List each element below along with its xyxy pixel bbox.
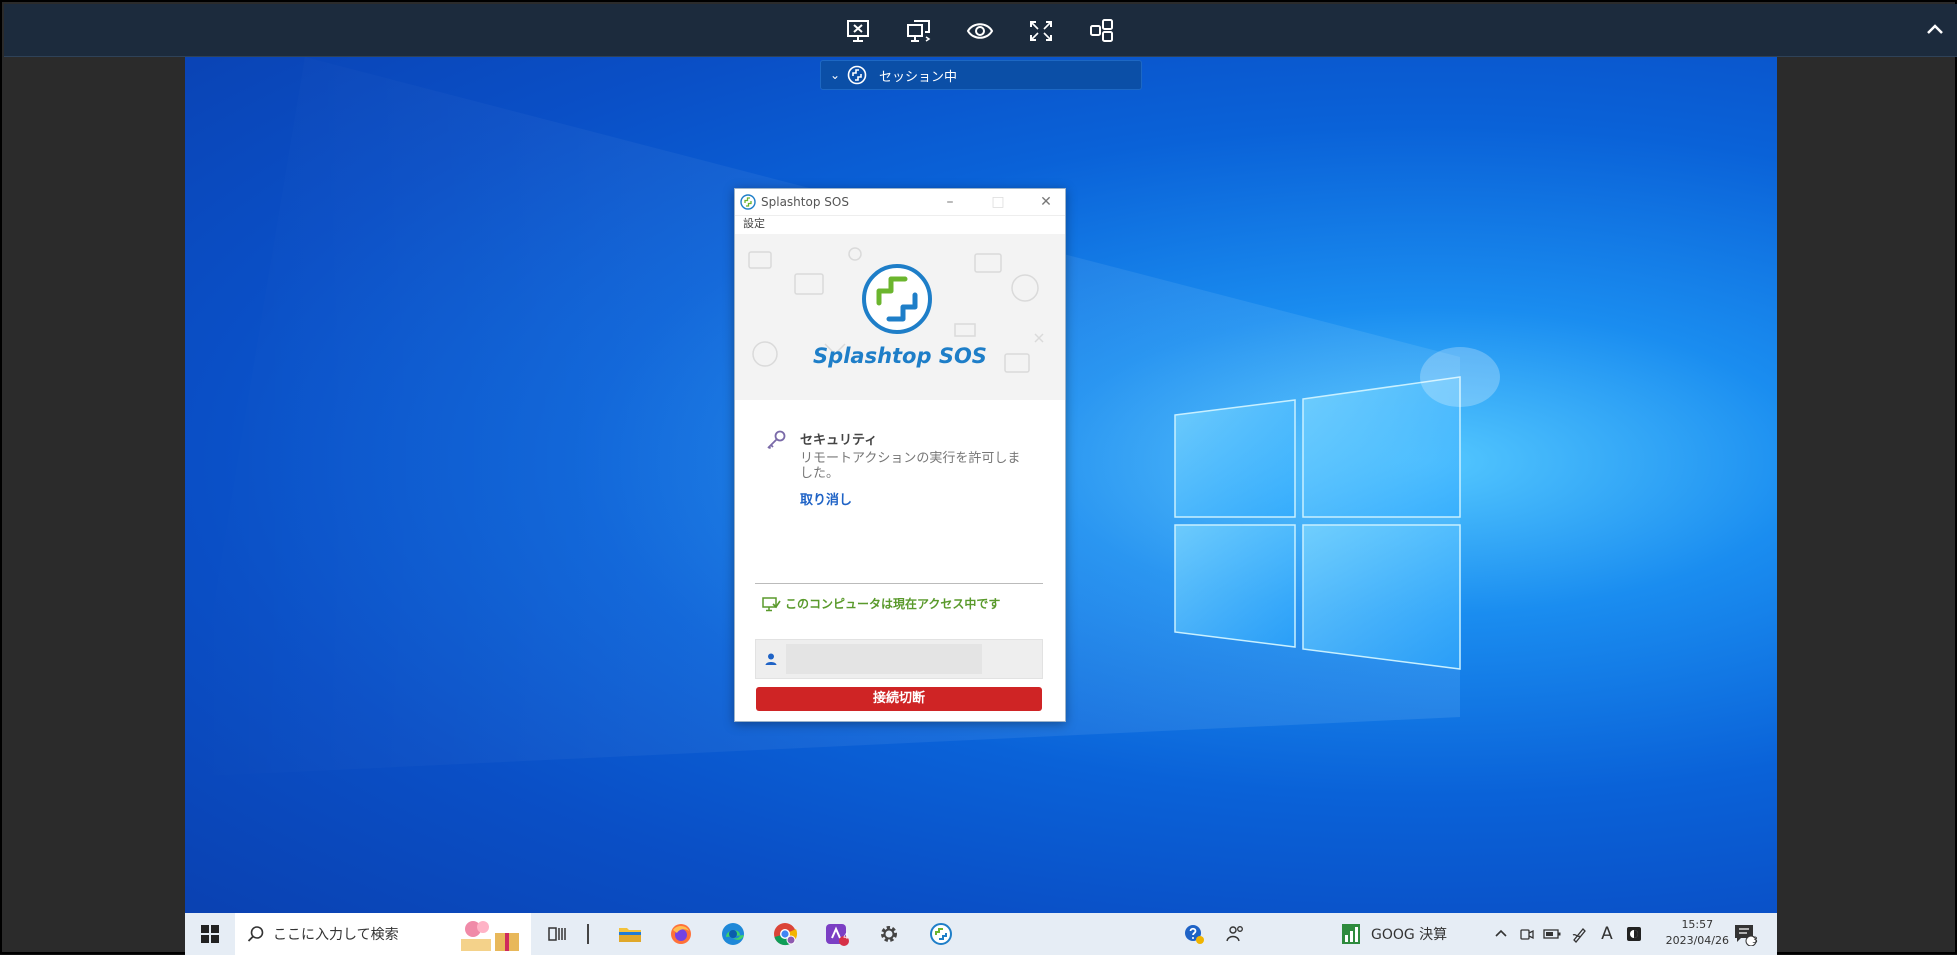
tray-app[interactable] bbox=[1621, 913, 1647, 955]
access-status: このコンピュータは現在アクセス中です bbox=[761, 595, 1000, 612]
monitor-check-icon bbox=[762, 596, 781, 611]
search-icon bbox=[247, 926, 264, 942]
session-status-bar[interactable]: ⌄ セッション中 bbox=[820, 60, 1142, 90]
gear-icon bbox=[881, 926, 897, 942]
keyboard-switch-button[interactable] bbox=[1086, 16, 1118, 46]
search-placeholder: ここに入力して検索 bbox=[273, 927, 399, 943]
clock-date: 2023/04/26 bbox=[1665, 934, 1729, 947]
taskbar-explorer[interactable] bbox=[610, 913, 650, 955]
monitor-x-icon bbox=[847, 20, 869, 42]
tray-ime[interactable]: A bbox=[1595, 913, 1619, 955]
help-tray-item[interactable] bbox=[1179, 913, 1209, 955]
taskbar-app-badged[interactable]: 4 bbox=[817, 913, 857, 955]
chrome-icon bbox=[774, 923, 798, 946]
task-view-button[interactable] bbox=[541, 913, 575, 955]
folder-icon bbox=[619, 928, 641, 942]
fullscreen-button[interactable] bbox=[1025, 16, 1057, 46]
expand-icon bbox=[1030, 21, 1052, 41]
menu-settings[interactable]: 設定 bbox=[735, 216, 1065, 234]
chevron-up-icon bbox=[1495, 929, 1507, 937]
firefox-icon bbox=[671, 924, 691, 944]
taskbar-search[interactable]: ここに入力して検索 bbox=[235, 913, 531, 955]
windows-start-icon bbox=[201, 925, 219, 943]
camera-icon bbox=[1520, 929, 1534, 940]
minimize-button[interactable]: – bbox=[939, 192, 961, 212]
windows-taskbar: ここに入力して検索 4 GOOG 決算 A 15:57 2023/04/26 3 bbox=[185, 913, 1777, 955]
stock-widget[interactable]: GOOG 決算 bbox=[1341, 913, 1481, 955]
session-label: セッション中 bbox=[879, 69, 958, 85]
splashtop-sos-window: Splashtop SOS – □ ✕ 設定 Splashtop SOS セキュ… bbox=[734, 188, 1066, 722]
ime-mode: A bbox=[1601, 924, 1613, 944]
taskbar-clock[interactable]: 15:57 2023/04/26 bbox=[1666, 917, 1729, 949]
people-icon bbox=[1226, 926, 1243, 942]
splashtop-app-icon bbox=[740, 194, 756, 210]
section-divider bbox=[755, 583, 1043, 584]
security-message: リモートアクションの実行を許可しました。 bbox=[800, 451, 1021, 481]
notification-center[interactable]: 3 bbox=[1725, 913, 1765, 955]
user-name-redacted bbox=[786, 644, 982, 674]
tray-pen[interactable] bbox=[1567, 913, 1593, 955]
gift-illustration-icon bbox=[461, 921, 519, 951]
help-icon bbox=[1185, 925, 1204, 944]
switch-monitor-button[interactable] bbox=[903, 16, 935, 46]
taskbar-edge[interactable] bbox=[713, 913, 753, 955]
taskbar-settings[interactable] bbox=[869, 913, 909, 955]
taskbar-separator bbox=[580, 913, 596, 955]
key-swap-icon bbox=[1090, 19, 1113, 42]
start-button[interactable] bbox=[193, 913, 227, 955]
taskbar-splashtop[interactable] bbox=[921, 913, 961, 955]
disconnect-button[interactable]: 接続切断 bbox=[756, 687, 1042, 711]
app-badge-count: 4 bbox=[843, 932, 849, 942]
monitors-icon bbox=[907, 20, 931, 42]
close-button[interactable]: ✕ bbox=[1035, 192, 1057, 212]
edge-icon bbox=[722, 923, 744, 945]
tray-overflow[interactable] bbox=[1489, 913, 1513, 955]
task-view-icon bbox=[548, 927, 566, 941]
chevron-up-icon[interactable] bbox=[1923, 18, 1947, 42]
notification-count: 3 bbox=[1752, 936, 1758, 946]
splashtop-taskbar-icon bbox=[930, 923, 952, 945]
access-status-text: このコンピュータは現在アクセス中です bbox=[785, 597, 1001, 611]
people-tray-item[interactable] bbox=[1221, 913, 1251, 955]
viewer-toolbar bbox=[4, 4, 1957, 57]
eye-icon bbox=[966, 23, 994, 39]
view-only-button[interactable] bbox=[964, 16, 996, 46]
user-icon bbox=[765, 653, 777, 665]
taskbar-chrome[interactable] bbox=[765, 913, 805, 955]
tray-battery[interactable] bbox=[1539, 913, 1565, 955]
chevron-down-icon[interactable]: ⌄ bbox=[825, 68, 845, 82]
tray-meet[interactable] bbox=[1515, 913, 1539, 955]
connected-user-field bbox=[755, 639, 1043, 679]
brand-banner: Splashtop SOS bbox=[735, 234, 1065, 400]
screen-frame: ⌄ セッション中 Splashtop SOS – □ ✕ 設定 Splashto… bbox=[0, 0, 1957, 955]
splashtop-logo bbox=[862, 264, 932, 334]
stock-chart-icon bbox=[1342, 924, 1360, 944]
security-title: セキュリティ bbox=[800, 433, 878, 448]
window-title: Splashtop SOS bbox=[761, 195, 849, 209]
pen-icon bbox=[1572, 928, 1586, 943]
taskbar-firefox[interactable] bbox=[661, 913, 701, 955]
key-icon bbox=[767, 430, 786, 450]
maximize-button[interactable]: □ bbox=[987, 192, 1009, 212]
clock-time: 15:57 bbox=[1681, 918, 1714, 931]
splashtop-icon bbox=[847, 65, 867, 85]
battery-icon bbox=[1543, 929, 1561, 939]
end-session-button[interactable] bbox=[842, 16, 874, 46]
cancel-link[interactable]: 取り消し bbox=[800, 489, 852, 508]
window-titlebar: Splashtop SOS – □ ✕ bbox=[735, 189, 1065, 216]
brand-name: Splashtop SOS bbox=[813, 344, 987, 368]
tray-app-icon bbox=[1627, 927, 1641, 941]
stock-ticker: GOOG 決算 bbox=[1371, 927, 1448, 943]
